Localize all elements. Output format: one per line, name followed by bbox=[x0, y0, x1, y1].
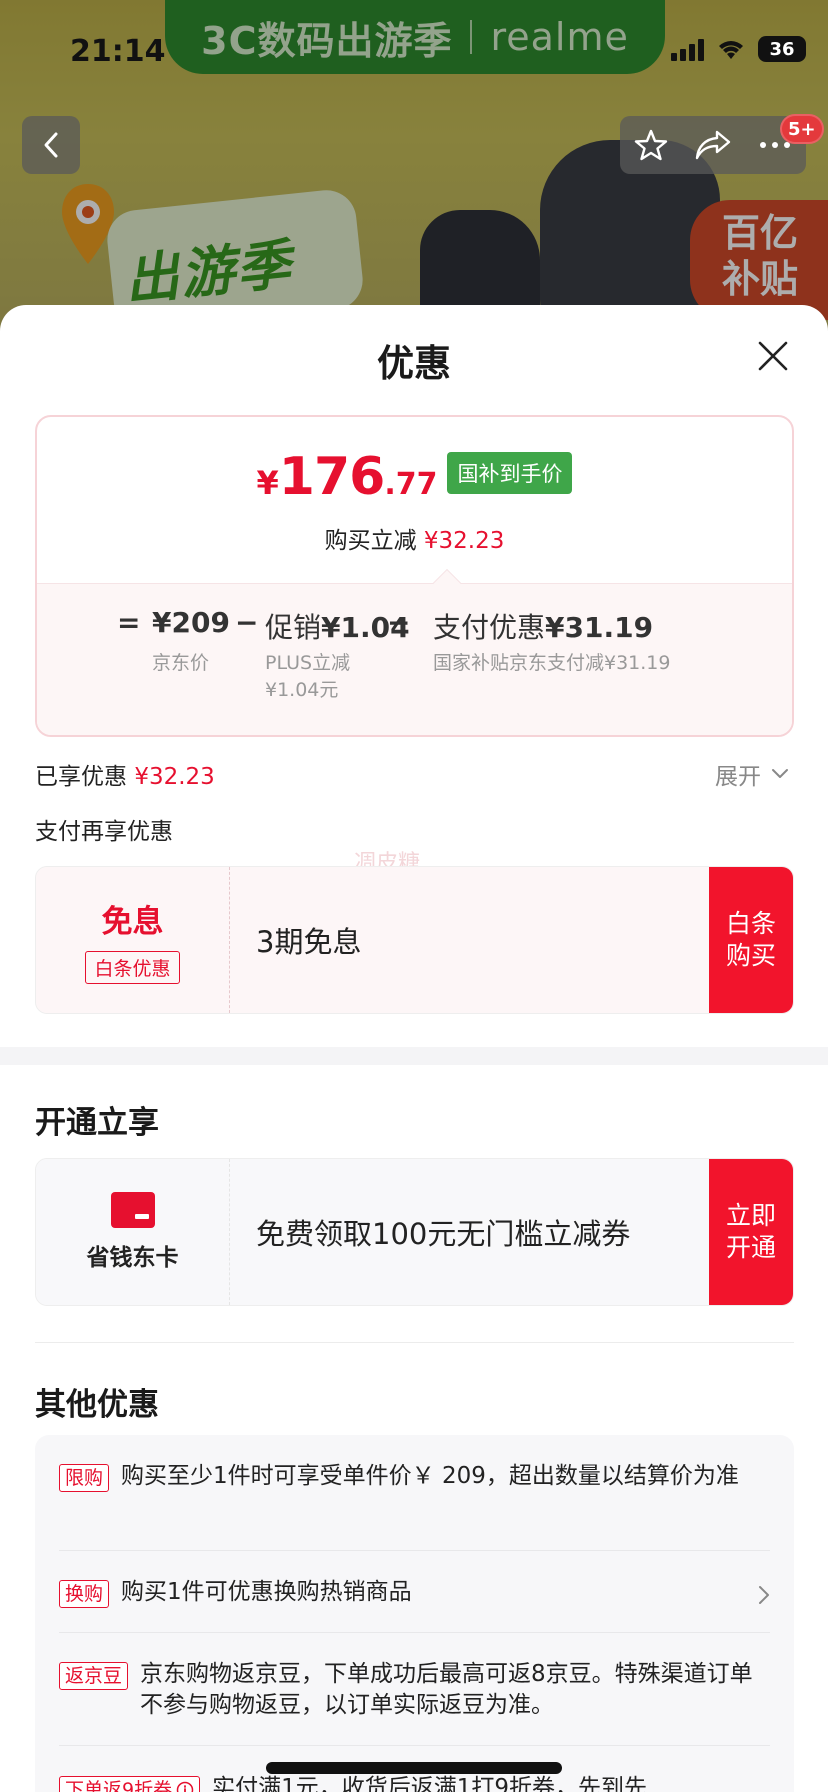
price-decimal: .77 bbox=[384, 467, 438, 502]
chevron-left-icon bbox=[44, 132, 58, 158]
payment-label: 支付优惠 bbox=[433, 611, 546, 644]
payment-sub: 国家补贴京东支付减¥31.19 bbox=[433, 652, 671, 674]
open-now-line1: 立即 bbox=[725, 1201, 776, 1230]
baitiao-promo-card[interactable]: 免息 白条优惠 3期免息 白条 购买 bbox=[35, 866, 794, 1014]
minus-sign-2: − bbox=[387, 606, 411, 639]
promo-sub1: PLUS立减 bbox=[265, 652, 351, 674]
cellular-signal-icon bbox=[671, 37, 704, 61]
other-section-title: 其他优惠 bbox=[35, 1387, 159, 1423]
exchange-tag: 换购 bbox=[59, 1580, 110, 1608]
list-item-exchange[interactable]: 换购 购买1件可优惠换购热销商品 bbox=[59, 1577, 770, 1608]
status-time: 21:14 bbox=[70, 34, 166, 69]
final-price: ¥ 176 .77 国补到手价 bbox=[37, 447, 792, 507]
price-currency: ¥ bbox=[256, 464, 279, 502]
baitiao-desc: 3期免息 bbox=[256, 925, 362, 959]
other-discounts-list: 限购 购买至少1件时可享受单件价￥ 209，超出数量以结算价为准 换购 购买1件… bbox=[35, 1435, 794, 1792]
instant-discount-amount: ¥32.23 bbox=[423, 528, 505, 554]
list-item-jingdou: 返京豆 京东购物返京豆，下单成功后最高可返8京豆。特殊渠道订单不参与购物返豆，以… bbox=[59, 1659, 770, 1721]
enjoyed-amount: ¥32.23 bbox=[134, 764, 215, 790]
equals-sign: = bbox=[117, 606, 141, 639]
credit-card-icon bbox=[110, 1192, 155, 1228]
price-summary-card: ¥ 176 .77 国补到手价 购买立减 ¥32.23 = ¥209 京东价 −… bbox=[35, 415, 794, 737]
baitiao-buy-line2: 购买 bbox=[725, 941, 776, 970]
share-icon[interactable] bbox=[695, 129, 731, 161]
open-now-button[interactable]: 立即 开通 bbox=[709, 1159, 793, 1305]
price-integer: 176 bbox=[278, 447, 386, 507]
top-action-group bbox=[620, 116, 806, 174]
list-item-limit: 限购 购买至少1件时可享受单件价￥ 209，超出数量以结算价为准 bbox=[59, 1461, 770, 1492]
shengqian-label: 省钱东卡 bbox=[86, 1245, 179, 1271]
promo-label: 促销 bbox=[265, 611, 322, 644]
sheet-title: 优惠 bbox=[377, 342, 451, 385]
baitiao-left: 免息 白条优惠 bbox=[36, 867, 230, 1013]
notification-badge: 5+ bbox=[780, 114, 824, 144]
limit-tag: 限购 bbox=[59, 1464, 110, 1492]
chevron-right-icon[interactable] bbox=[758, 1585, 770, 1605]
coupon-text: 实付满1元，收货后返满1打9折券，先到先 bbox=[212, 1775, 647, 1792]
minus-sign: − bbox=[235, 606, 259, 639]
discount-sheet: 优惠 ¥ 176 .77 国补到手价 购买立减 ¥32.23 = ¥209 京东… bbox=[0, 305, 828, 1792]
instant-discount-line: 购买立减 ¥32.23 bbox=[37, 521, 792, 555]
payment-amount: ¥31.19 bbox=[545, 611, 654, 644]
chevron-down-icon bbox=[772, 769, 788, 778]
wifi-icon bbox=[719, 41, 743, 59]
jingdou-tag: 返京豆 bbox=[59, 1662, 129, 1690]
base-price-label: 京东价 bbox=[152, 652, 210, 674]
section-divider-line bbox=[35, 1342, 794, 1343]
instant-discount-label: 购买立减 bbox=[324, 528, 417, 554]
payment-discount: 支付优惠¥31.19 bbox=[433, 606, 653, 646]
shengqian-card-promo[interactable]: 省钱东卡 免费领取100元无门槛立减券 立即 开通 bbox=[35, 1158, 794, 1306]
national-subsidy-tag: 国补到手价 bbox=[447, 452, 573, 494]
shengqian-left: 省钱东卡 bbox=[36, 1159, 230, 1305]
close-icon[interactable] bbox=[756, 339, 790, 373]
star-icon[interactable] bbox=[634, 128, 668, 162]
list-separator bbox=[59, 1632, 770, 1633]
home-indicator[interactable] bbox=[266, 1762, 562, 1774]
enjoyed-label: 已享优惠 bbox=[35, 764, 127, 790]
list-item-coupon: 下单返9折券 实付满1元，收货后返满1打9折券，先到先 bbox=[59, 1773, 770, 1792]
baitiao-buy-button[interactable]: 白条 购买 bbox=[709, 867, 793, 1013]
coupon-tag[interactable]: 下单返9折券 bbox=[59, 1776, 201, 1792]
back-button[interactable] bbox=[22, 116, 80, 174]
baitiao-tag: 白条优惠 bbox=[85, 951, 180, 984]
list-separator bbox=[59, 1745, 770, 1746]
baitiao-buy-line1: 白条 bbox=[725, 909, 776, 938]
shengqian-desc: 免费领取100元无门槛立减券 bbox=[256, 1217, 631, 1251]
interest-free-title: 免息 bbox=[101, 904, 164, 940]
jingdou-text: 京东购物返京豆，下单成功后最高可返8京豆。特殊渠道订单不参与购物返豆，以订单实际… bbox=[140, 1661, 753, 1718]
limit-text: 购买至少1件时可享受单件价￥ 209，超出数量以结算价为准 bbox=[121, 1463, 739, 1489]
enjoyed-discount: 已享优惠 ¥32.23 bbox=[35, 757, 215, 791]
base-price: ¥209 bbox=[152, 606, 230, 639]
coupon-tag-label: 下单返9折券 bbox=[65, 1779, 173, 1792]
list-separator bbox=[59, 1550, 770, 1551]
promo-sub2: ¥1.04元 bbox=[265, 679, 339, 701]
pay-more-title: 支付再享优惠 bbox=[35, 819, 173, 845]
open-section-title: 开通立享 bbox=[35, 1105, 159, 1141]
exchange-text: 购买1件可优惠换购热销商品 bbox=[121, 1579, 412, 1605]
open-now-line2: 开通 bbox=[725, 1233, 776, 1262]
info-icon[interactable] bbox=[176, 1781, 194, 1792]
expand-label: 展开 bbox=[715, 764, 761, 790]
expand-button[interactable]: 展开 bbox=[715, 757, 789, 791]
battery-indicator: 36 bbox=[758, 36, 806, 62]
section-divider bbox=[0, 1047, 828, 1065]
status-icons: 36 bbox=[671, 36, 806, 62]
price-breakdown: = ¥209 京东价 − 促销¥1.04 PLUS立减 ¥1.04元 − 支付优… bbox=[37, 583, 792, 735]
